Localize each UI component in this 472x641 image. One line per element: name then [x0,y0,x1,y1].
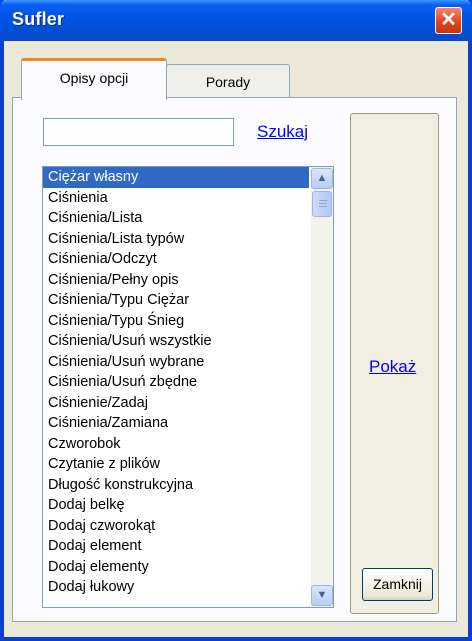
list-item[interactable]: Dodaj łukowy [43,577,309,598]
list-item[interactable]: Dodaj czworokąt [43,516,309,537]
list-item[interactable]: Ciśnienia/Lista [43,208,309,229]
list-item[interactable]: Długość konstrukcyjna [43,475,309,496]
list-item[interactable]: Ciśnienia/Zamiana [43,413,309,434]
list-item[interactable]: Dodaj element [43,536,309,557]
search-input[interactable] [43,118,234,146]
search-link[interactable]: Szukaj [257,122,308,142]
list-item[interactable]: Ciśnienia/Typu Ciężar [43,290,309,311]
vertical-scrollbar[interactable]: ▲ ▼ [311,167,333,607]
list-item[interactable]: Ciśnienia/Usuń wszystkie [43,331,309,352]
tab-opisy-opcji-label: Opisy opcji [59,70,129,86]
chevron-up-icon: ▲ [316,172,328,184]
tab-opisy-opcji[interactable]: Opisy opcji [21,58,167,100]
grip-line [319,200,327,201]
list-item[interactable]: Ciśnienie/Zadaj [43,393,309,414]
scroll-up-button[interactable]: ▲ [311,168,333,189]
list-item[interactable]: Czytanie z plików [43,454,309,475]
scroll-down-button[interactable]: ▼ [311,585,333,606]
list-item[interactable]: Ciśnienia/Usuń zbędne [43,372,309,393]
options-list: Ciężar własny Ciśnienia Ciśnienia/Lista Ciś… [43,167,309,598]
list-item[interactable]: Ciśnienia/Pełny opis [43,270,309,291]
scroll-thumb[interactable] [312,191,332,217]
close-button-label: Zamknij [372,576,422,592]
list-item[interactable]: Ciśnienia/Typu Śnieg [43,311,309,332]
close-button[interactable]: Zamknij [362,568,433,601]
options-listbox[interactable]: Ciężar własny Ciśnienia Ciśnienia/Lista Ciś… [42,166,334,608]
list-item[interactable]: Ciśnienia/Usuń wybrane [43,352,309,373]
show-link[interactable]: Pokaż [369,357,416,377]
list-item[interactable]: Ciśnienia/Lista typów [43,229,309,250]
list-item[interactable]: Ciśnienia/Odczyt [43,249,309,270]
chevron-down-icon: ▼ [316,589,328,601]
window-title: Sufler [12,9,65,29]
grip-line [319,203,327,204]
list-item[interactable]: Dodaj elementy [43,557,309,578]
list-item[interactable]: Dodaj belkę [43,495,309,516]
list-item[interactable]: Ciężar własny [43,167,309,188]
close-icon: ✕ [440,9,457,31]
list-item[interactable]: Czworobok [43,434,309,455]
tab-porady-label: Porady [205,74,251,90]
tab-porady[interactable]: Porady [166,64,290,98]
title-bar[interactable]: Sufler ✕ [0,0,472,41]
list-item[interactable]: Ciśnienia [43,188,309,209]
grip-line [319,206,327,207]
close-window-button[interactable]: ✕ [435,7,462,34]
